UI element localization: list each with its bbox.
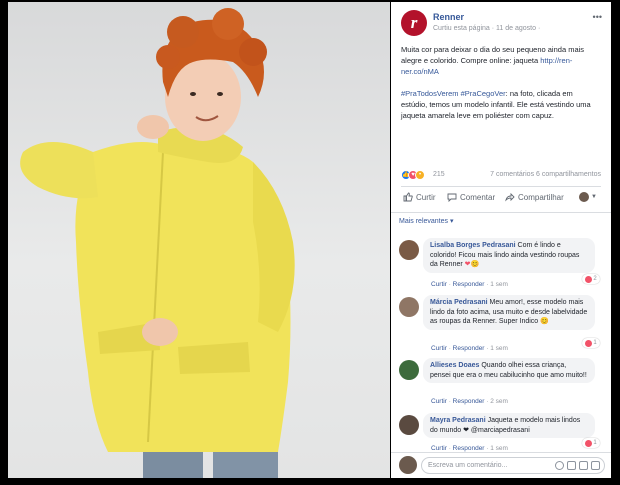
comment-footer: Curtir · Responder · 1 sem (431, 445, 508, 452)
like-button[interactable]: Curtir (403, 192, 436, 202)
smile-emoji-icon: 😊 (470, 261, 480, 268)
comment-like-link[interactable]: Curtir (431, 281, 447, 288)
post-header: r Renner Curtiu esta página · 11 de agos… (401, 10, 606, 40)
comment-like-link[interactable]: Curtir (431, 345, 447, 352)
post-text: Muita cor para deixar o dia do seu peque… (401, 44, 601, 132)
gif-icon[interactable] (579, 461, 588, 470)
comment-time[interactable]: 1 sem (490, 345, 508, 352)
comment-like-link[interactable]: Curtir (431, 398, 447, 405)
composer-tools (555, 461, 600, 470)
comment-reply-link[interactable]: Responder (453, 445, 485, 452)
comment-footer: Curtir · Responder · 1 sem (431, 281, 508, 288)
comments-shares-summary[interactable]: 7 comentários 6 compartilhamentos (490, 171, 601, 178)
share-button[interactable]: Compartilhar (505, 192, 564, 202)
wow-reaction-icon: • (415, 170, 425, 180)
page-name[interactable]: Renner (433, 12, 464, 22)
reaction-icons[interactable]: 👍 ♥ • (401, 170, 425, 180)
comment-reply-link[interactable]: Responder (453, 398, 485, 405)
window-frame: r Renner Curtiu esta página · 11 de agos… (0, 0, 620, 485)
commenter-avatar[interactable] (399, 415, 419, 435)
love-reaction-icon (585, 339, 593, 347)
comment-reaction-count[interactable]: 2 (582, 274, 600, 284)
divider (391, 212, 611, 213)
comment-item: Allieses Doaes Quando olhei essa criança… (399, 358, 604, 408)
post-paragraph-1: Muita cor para deixar o dia do seu peque… (401, 44, 601, 77)
chevron-down-icon: ▼ (591, 194, 597, 200)
post-actions: Curtir Comentar Compartilhar ▼ (401, 190, 606, 206)
post-paragraph-2: #PraTodosVerem #PraCegoVer: na foto, cli… (401, 88, 601, 121)
comment-input[interactable]: Escreva um comentário... (421, 457, 605, 474)
post-meta: Curtiu esta página · 11 de agosto · (433, 25, 541, 32)
comment-reaction-number: 2 (593, 276, 597, 282)
comment-time[interactable]: 2 sem (490, 398, 508, 405)
comment-bubble: Mayra Pedrasani Jaqueta e modelo mais li… (423, 413, 595, 438)
camera-icon[interactable] (567, 461, 576, 470)
comment-button[interactable]: Comentar (447, 192, 495, 202)
comment-input-placeholder: Escreva um comentário... (428, 462, 508, 469)
like-label: Curtir (416, 192, 436, 202)
comment-sort-dropdown[interactable]: Mais relevantes ▾ (399, 217, 453, 225)
post-panel: r Renner Curtiu esta página · 11 de agos… (391, 2, 611, 478)
comment-bubble: Allieses Doaes Quando olhei essa criança… (423, 358, 595, 383)
comment-item: Mayra Pedrasani Jaqueta e modelo mais li… (399, 413, 604, 453)
comment-reply-link[interactable]: Responder (453, 345, 485, 352)
commenter-name[interactable]: Márcia Pedrasani (430, 299, 488, 306)
post-hashtags[interactable]: #PraTodosVerem #PraCegoVer (401, 89, 506, 98)
love-reaction-icon (585, 439, 593, 447)
comment-reaction-number: 1 (593, 440, 597, 446)
comment-footer: Curtir · Responder · 2 sem (431, 398, 508, 405)
comment-reaction-number: 1 (593, 340, 597, 346)
smile-emoji-icon: 😊 (540, 318, 549, 325)
love-reaction-icon (585, 275, 593, 283)
commenter-avatar[interactable] (399, 240, 419, 260)
commenter-name[interactable]: Allieses Doaes (430, 362, 479, 369)
thumbs-up-icon (403, 192, 413, 202)
user-avatar[interactable] (399, 456, 417, 474)
child-in-yellow-jacket-image (20, 8, 295, 478)
share-label: Compartilhar (518, 192, 564, 202)
commenter-name[interactable]: Mayra Pedrasani (430, 417, 486, 424)
comment-reaction-count[interactable]: 1 (582, 438, 600, 448)
comment-bubble: Lisalba Borges Pedrasani Com é lindo e c… (423, 238, 595, 273)
comment-like-link[interactable]: Curtir (431, 445, 447, 452)
share-icon (505, 192, 515, 202)
reaction-count[interactable]: 215 (433, 171, 445, 178)
commenter-name[interactable]: Lisalba Borges Pedrasani (430, 242, 516, 249)
commenter-avatar[interactable] (399, 360, 419, 380)
comment-sort-label: Mais relevantes ▾ (399, 218, 454, 225)
sticker-icon[interactable] (591, 461, 600, 470)
comment-reply-link[interactable]: Responder (453, 281, 485, 288)
comment-composer: Escreva um comentário... (391, 452, 611, 478)
share-as-selector[interactable]: ▼ (579, 192, 597, 202)
comment-footer: Curtir · Responder · 1 sem (431, 345, 508, 352)
reactions-bar: 👍 ♥ • 215 7 comentários 6 compartilhamen… (401, 170, 601, 182)
emoji-icon[interactable] (555, 461, 564, 470)
comment-time[interactable]: 1 sem (490, 445, 508, 452)
comment-reaction-count[interactable]: 1 (582, 338, 600, 348)
page-avatar[interactable]: r (401, 10, 427, 36)
divider (401, 186, 601, 187)
comment-icon (447, 193, 457, 202)
comment-time[interactable]: 1 sem (490, 281, 508, 288)
user-avatar-icon (579, 192, 589, 202)
comment-bubble: Márcia Pedrasani Meu amor!, esse modelo … (423, 295, 595, 330)
comment-label: Comentar (460, 192, 496, 202)
post-photo[interactable] (8, 2, 390, 478)
comment-item: Márcia Pedrasani Meu amor!, esse modelo … (399, 295, 604, 353)
commenter-avatar[interactable] (399, 297, 419, 317)
more-options-icon[interactable]: ••• (593, 12, 602, 22)
comment-item: Lisalba Borges Pedrasani Com é lindo e c… (399, 238, 604, 292)
